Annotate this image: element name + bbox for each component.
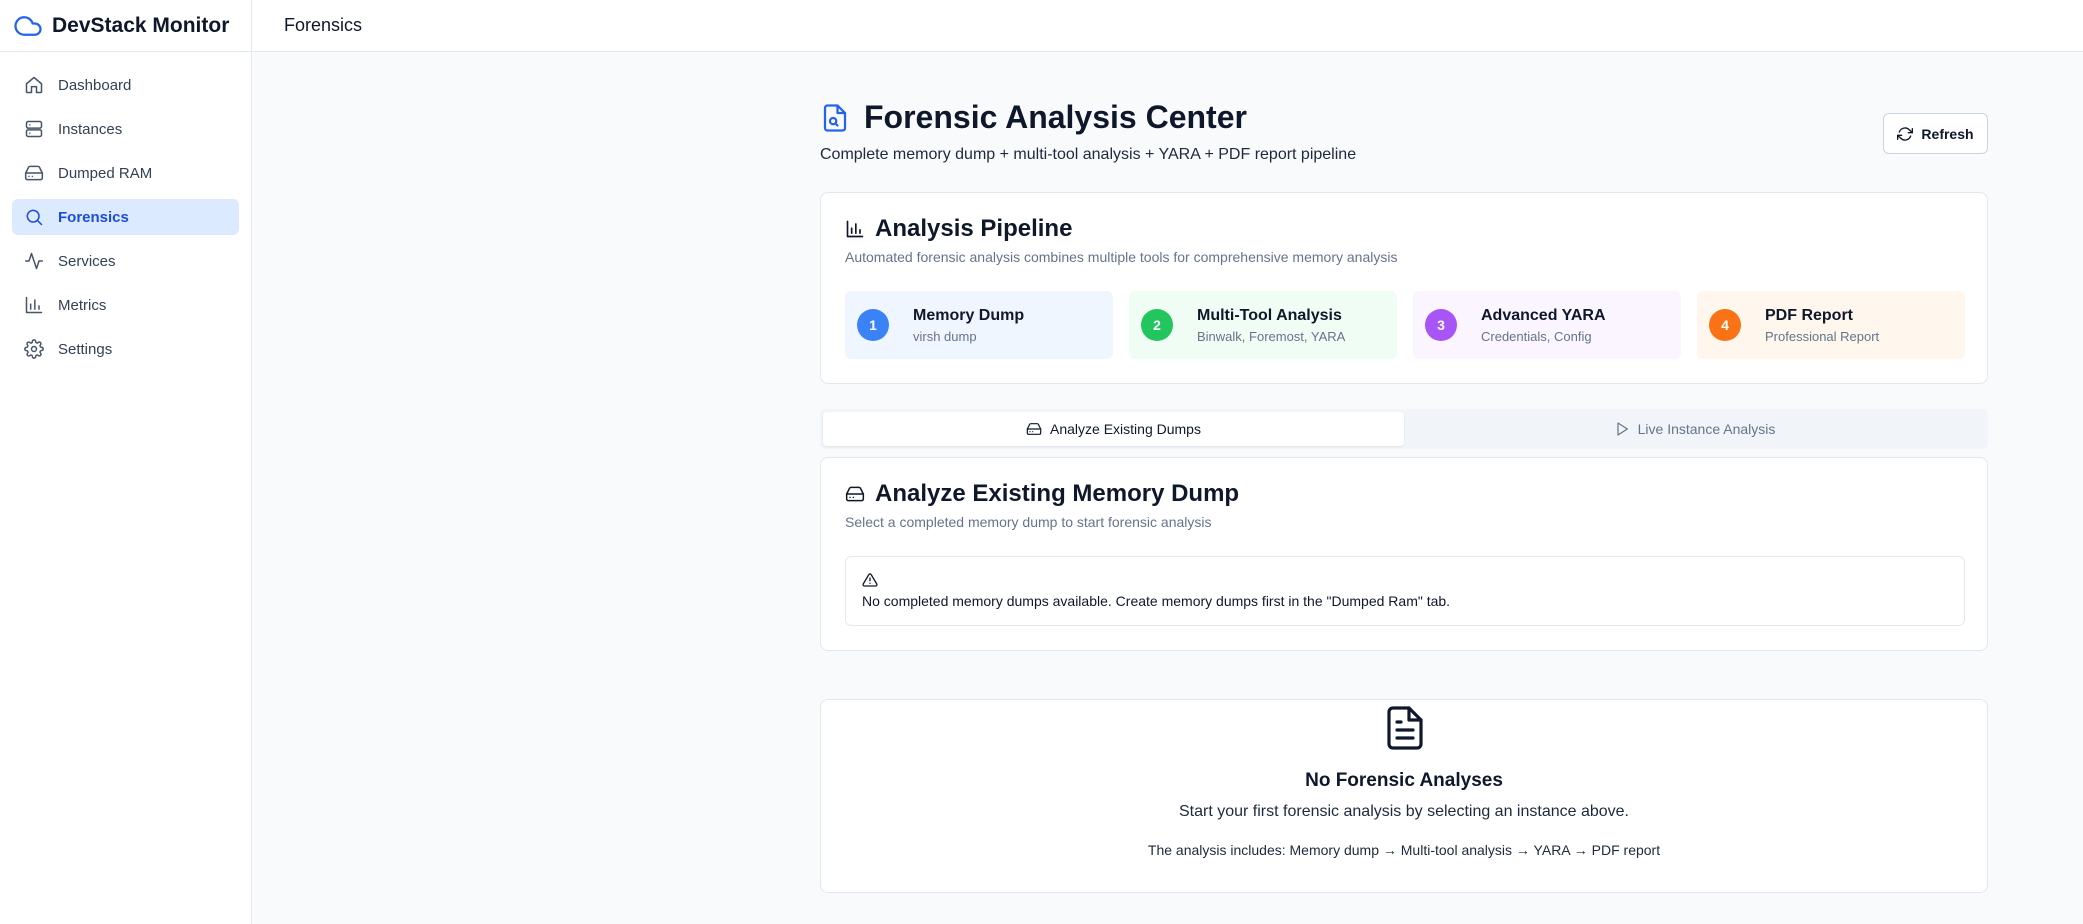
refresh-icon — [1897, 126, 1914, 141]
pipeline-title-text: Analysis Pipeline — [875, 215, 1073, 242]
tab-analyze-existing-dumps[interactable]: Analyze Existing Dumps — [823, 412, 1404, 446]
pipeline-step-multi-tool: 2 Multi-Tool Analysis Binwalk, Foremost, … — [1129, 291, 1397, 359]
alert-text: No completed memory dumps available. Cre… — [862, 593, 1451, 609]
file-search-icon — [823, 104, 847, 132]
analyze-title-text: Analyze Existing Memory Dump — [875, 480, 1240, 507]
pipeline-step-advanced-yara: 3 Advanced YARA Credentials, Config — [1413, 291, 1681, 359]
analysis-tabs: Analyze Existing Dumps Live Instance Ana… — [820, 409, 1988, 449]
tab-label: Live Instance Analysis — [1637, 421, 1776, 437]
step-sub: Professional Report — [1765, 328, 1880, 344]
step-sub: Binwalk, Foremost, YARA — [1197, 328, 1346, 344]
pipeline-step-memory-dump: 1 Memory Dump virsh dump — [845, 291, 1113, 359]
no-dumps-alert: No completed memory dumps available. Cre… — [845, 556, 1965, 626]
file-text-icon — [1387, 706, 1423, 750]
play-icon — [1617, 422, 1628, 436]
home-icon — [25, 76, 43, 94]
refresh-label: Refresh — [1921, 125, 1974, 142]
step-number: 3 — [1425, 309, 1457, 341]
refresh-button[interactable]: Refresh — [1883, 113, 1988, 154]
topbar: Forensics — [252, 0, 2083, 52]
empty-title: No Forensic Analyses — [1305, 770, 1503, 791]
empty-subtitle: Start your first forensic analysis by se… — [1179, 803, 1629, 820]
sidebar-item-label: Dumped RAM — [58, 164, 153, 182]
brand[interactable]: DevStack Monitor — [0, 0, 251, 52]
search-icon — [26, 209, 43, 226]
hard-drive-icon — [1026, 423, 1042, 435]
sidebar-item-label: Dashboard — [58, 76, 132, 94]
sidebar-item-label: Metrics — [58, 296, 107, 314]
sidebar-item-forensics[interactable]: Forensics — [12, 199, 239, 235]
topbar-title: Forensics — [284, 15, 363, 35]
server-icon — [25, 120, 43, 138]
pipeline-step-pdf-report: 4 PDF Report Professional Report — [1697, 291, 1965, 359]
page-header: Forensic Analysis Center Complete memory… — [820, 52, 1988, 192]
step-name: PDF Report — [1765, 306, 1853, 324]
sidebar-nav: Dashboard Instances Dumped RAM Forensics… — [0, 52, 251, 367]
step-name: Advanced YARA — [1481, 306, 1606, 324]
step-number: 2 — [1141, 309, 1173, 341]
page-title: Forensic Analysis Center — [864, 99, 1247, 135]
cloud-icon — [14, 15, 42, 36]
pipeline-title: Analysis Pipeline — [845, 215, 1072, 243]
sidebar-item-label: Forensics — [58, 208, 129, 226]
sidebar-item-services[interactable]: Services — [12, 243, 239, 279]
step-sub: virsh dump — [913, 328, 977, 344]
sidebar-item-instances[interactable]: Instances — [12, 111, 239, 147]
sidebar-item-dumped-ram[interactable]: Dumped RAM — [12, 155, 239, 191]
empty-note: The analysis includes: Memory dump → Mul… — [1147, 842, 1661, 858]
gear-icon — [24, 339, 44, 359]
step-number: 4 — [1709, 309, 1741, 341]
page-subtitle: Complete memory dump + multi-tool analys… — [820, 146, 1357, 163]
tab-label: Analyze Existing Dumps — [1050, 421, 1201, 437]
step-name: Memory Dump — [913, 306, 1025, 324]
main-content: Forensic Analysis Center Complete memory… — [820, 52, 1988, 893]
analysis-pipeline-card: Analysis Pipeline Automated forensic ana… — [820, 192, 1988, 384]
hard-drive-icon — [845, 486, 865, 502]
analyze-description: Select a completed memory dump to start … — [845, 514, 1212, 530]
hard-drive-icon — [24, 165, 44, 181]
bar-chart-icon — [846, 220, 864, 238]
sidebar-item-label: Settings — [58, 340, 113, 358]
analyze-existing-dump-card: Analyze Existing Memory Dump Select a co… — [820, 457, 1988, 651]
bar-chart-icon — [25, 296, 43, 314]
tab-live-instance-analysis[interactable]: Live Instance Analysis — [1404, 412, 1985, 446]
step-number: 1 — [857, 309, 889, 341]
step-sub: Credentials, Config — [1481, 328, 1592, 344]
pipeline-description: Automated forensic analysis combines mul… — [845, 249, 1398, 265]
sidebar-item-label: Services — [58, 252, 116, 270]
sidebar-item-settings[interactable]: Settings — [12, 331, 239, 367]
sidebar-item-label: Instances — [58, 120, 123, 138]
activity-icon — [24, 252, 44, 270]
step-name: Multi-Tool Analysis — [1197, 306, 1342, 324]
sidebar-item-metrics[interactable]: Metrics — [12, 287, 239, 323]
app-title: DevStack Monitor — [52, 13, 230, 37]
sidebar-item-dashboard[interactable]: Dashboard — [12, 67, 239, 103]
pipeline-steps: 1 Memory Dump virsh dump 2 Multi-Tool Ana… — [845, 291, 1965, 359]
no-analyses-card: No Forensic Analyses Start your first fo… — [820, 699, 1988, 893]
sidebar: DevStack Monitor Dashboard Instances Dum… — [0, 0, 252, 924]
analyze-title: Analyze Existing Memory Dump — [845, 480, 1239, 508]
warning-triangle-icon — [862, 573, 878, 587]
